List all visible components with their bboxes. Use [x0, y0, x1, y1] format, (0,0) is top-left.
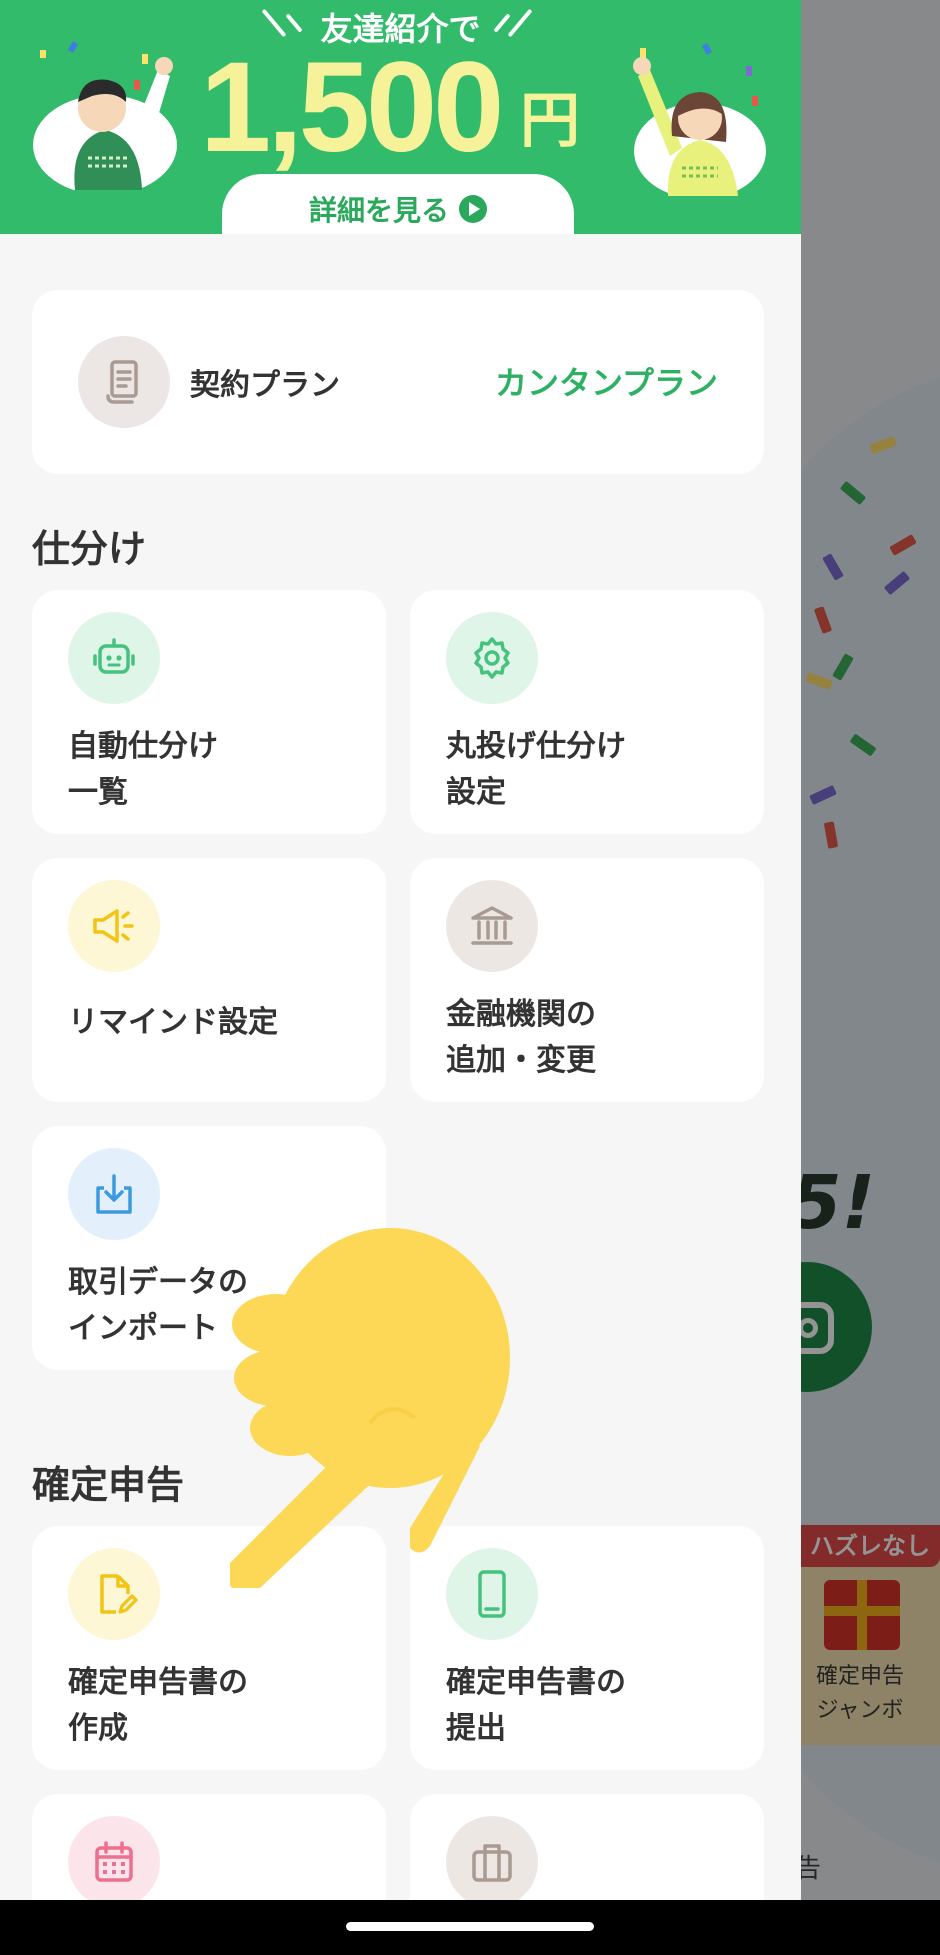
tile-label: リマインド設定: [68, 1005, 278, 1040]
receipt-icon: [78, 336, 170, 428]
section-title-kakutei: 確定申告: [32, 1463, 185, 1507]
tile-marunage-shiwake-settings[interactable]: 丸投げ仕分け 設定: [410, 590, 764, 834]
plan-label: 契約プラン: [190, 368, 340, 403]
briefcase-icon: [446, 1816, 538, 1900]
tile-label: 自動仕分け 一覧: [68, 729, 218, 810]
calendar-icon: [68, 1816, 160, 1900]
tile-reminder-settings[interactable]: リマインド設定: [32, 858, 386, 1102]
tile-label: 丸投げ仕分け 設定: [446, 729, 626, 810]
gear-icon: [446, 612, 538, 704]
system-navigation-bar: [0, 1900, 940, 1955]
referral-banner[interactable]: 友達紹介で 1,500 円 詳細を見る: [0, 0, 801, 234]
tile-label: 金融機関の 追加・変更: [446, 997, 596, 1078]
man-illustration: [33, 41, 177, 190]
plan-value: カンタンプラン: [494, 364, 718, 402]
referral-currency: 円: [520, 86, 580, 156]
woman-illustration: [633, 43, 766, 196]
document-edit-icon: [68, 1548, 160, 1640]
section-title-shiwake: 仕分け: [32, 527, 147, 571]
play-circle-icon: [459, 195, 487, 223]
import-icon: [68, 1148, 160, 1240]
side-drawer: 友達紹介で 1,500 円 詳細を見る 契約プラン カンタンプラン 仕分け 自動…: [0, 0, 801, 1900]
tile-label: 確定申告書の 提出: [446, 1665, 626, 1746]
pointing-hand-icon: [230, 1228, 510, 1588]
plan-card[interactable]: 契約プラン カンタンプラン: [32, 290, 764, 474]
drawer-scrim[interactable]: [800, 0, 940, 1900]
tile-financial-institution[interactable]: 金融機関の 追加・変更: [410, 858, 764, 1102]
home-indicator[interactable]: [346, 1922, 594, 1931]
tile-calendar[interactable]: [32, 1794, 386, 1900]
robot-icon: [68, 612, 160, 704]
referral-amount: 1,500: [200, 36, 504, 179]
referral-detail-label: 詳細を見る: [308, 194, 449, 227]
tile-auto-shiwake-list[interactable]: 自動仕分け 一覧: [32, 590, 386, 834]
megaphone-icon: [68, 880, 160, 972]
referral-detail-button[interactable]: 詳細を見る: [222, 174, 574, 234]
tile-briefcase[interactable]: [410, 1794, 764, 1900]
tile-label: 確定申告書の 作成: [68, 1665, 248, 1746]
bank-icon: [446, 880, 538, 972]
